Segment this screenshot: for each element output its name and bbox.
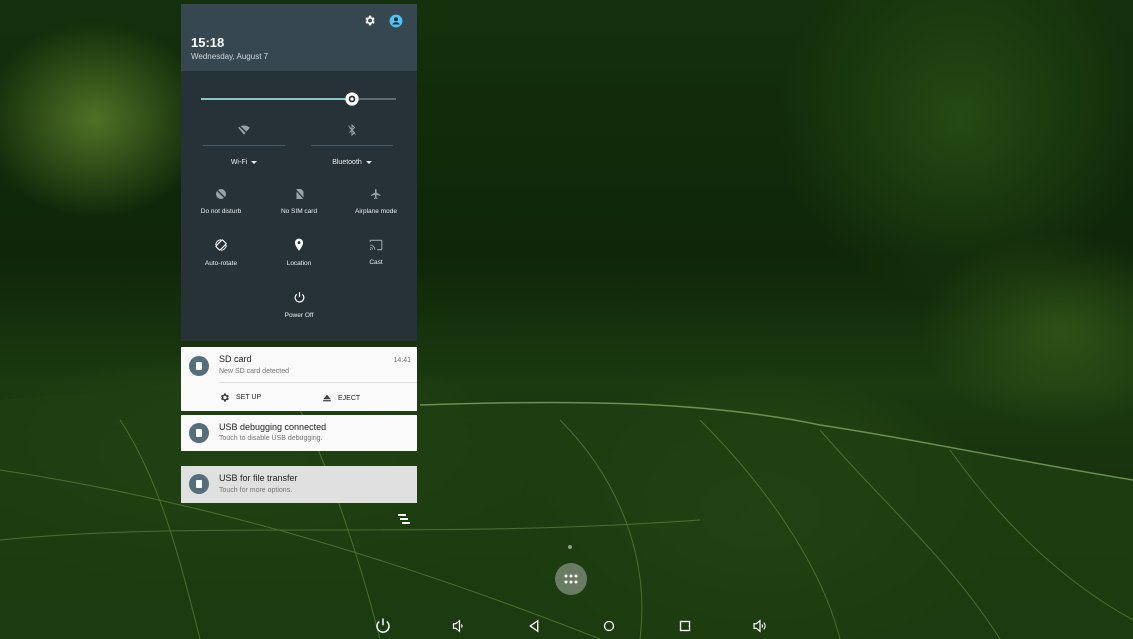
notification-usb-file-transfer[interactable]: USB for file transfer Touch for more opt… [181,466,417,503]
location-icon [294,238,304,251]
notification-title: SD card [219,354,252,364]
app-drawer-button[interactable] [555,563,587,595]
apps-grid-icon [564,574,578,584]
notification-divider [219,382,417,383]
clock-time: 15:18 [191,35,225,50]
notification-usb-debugging[interactable]: USB debugging connected Touch to disable… [181,415,417,451]
auto-rotate-icon [215,239,227,251]
do-not-disturb-icon [216,189,226,199]
tile-no-sim[interactable]: No SIM card [259,187,339,215]
brightness-slider-fill [201,98,352,100]
bluetooth-label: Bluetooth [332,159,362,166]
tile-label: Location [286,260,312,267]
notification-time: 14:41 [393,357,411,364]
quick-settings-panel: Wi-Fi Bluetooth Do not disturb No SIM ca… [181,71,417,341]
tile-label: Cast [369,259,383,266]
settings-icon[interactable] [363,14,376,27]
chevron-down-icon[interactable] [365,160,372,164]
sd-card-icon [189,356,209,376]
notification-subtitle: Touch to disable USB debugging. [219,435,323,442]
eject-button[interactable]: EJECT [322,393,360,403]
no-sim-icon [294,189,304,200]
brightness-slider[interactable] [201,98,396,100]
recents-icon[interactable] [676,617,694,635]
tile-wifi[interactable]: Wi-Fi [203,123,285,166]
tile-location[interactable]: Location [259,238,339,267]
notification-sd-card[interactable]: SD card New SD card detected 14:41 SET U… [181,347,417,411]
leaf-wallpaper-art [0,391,1133,639]
bluetooth-off-icon [348,123,356,137]
usb-icon [189,474,209,494]
tile-label: Do not disturb [200,208,242,215]
tile-divider [311,145,393,146]
settings-icon [221,393,229,402]
eject-icon [323,394,331,402]
volume-down-icon[interactable] [449,617,467,635]
setup-label: SET UP [236,394,262,401]
tile-label: Power Off [284,312,314,319]
tile-divider [203,145,285,146]
notification-title: USB debugging connected [219,422,327,432]
notification-subtitle: Touch for more options. [219,487,293,494]
setup-button[interactable]: SET UP [219,392,261,403]
back-icon[interactable] [525,617,543,635]
chevron-down-icon[interactable] [251,160,258,164]
usb-icon [189,423,209,443]
brightness-thumb-icon[interactable] [344,91,360,107]
navigation-bar [0,612,1133,639]
home-icon[interactable] [600,617,618,635]
tile-cast[interactable]: Cast [333,238,419,266]
account-icon[interactable] [389,14,403,28]
tile-airplane-mode[interactable]: Airplane mode [333,187,419,215]
cast-icon [369,239,383,251]
shade-header: 15:18 Wednesday, August 7 [181,4,417,71]
page-indicator [568,545,572,549]
notification-subtitle: New SD card detected [219,368,290,375]
eject-label: EJECT [338,394,361,402]
tile-label: Airplane mode [355,208,397,215]
tile-do-not-disturb[interactable]: Do not disturb [181,187,261,215]
airplane-icon [371,189,381,199]
wifi-label: Wi-Fi [230,159,248,166]
power-icon [294,292,304,303]
tile-label: No SIM card [280,208,318,215]
power-icon[interactable] [374,617,392,635]
wifi-off-icon [238,124,250,136]
tile-label: Auto-rotate [204,260,238,267]
notification-shade: 15:18 Wednesday, August 7 Wi-Fi Bluetoot… [181,4,417,341]
clock-date: Wednesday, August 7 [191,52,269,61]
tile-power-off[interactable]: Power Off [259,291,339,319]
clear-all-icon[interactable] [398,514,412,526]
notification-title: USB for file transfer [219,473,298,483]
volume-up-icon[interactable] [751,617,769,635]
tile-bluetooth[interactable]: Bluetooth [311,123,393,166]
tile-auto-rotate[interactable]: Auto-rotate [181,238,261,267]
